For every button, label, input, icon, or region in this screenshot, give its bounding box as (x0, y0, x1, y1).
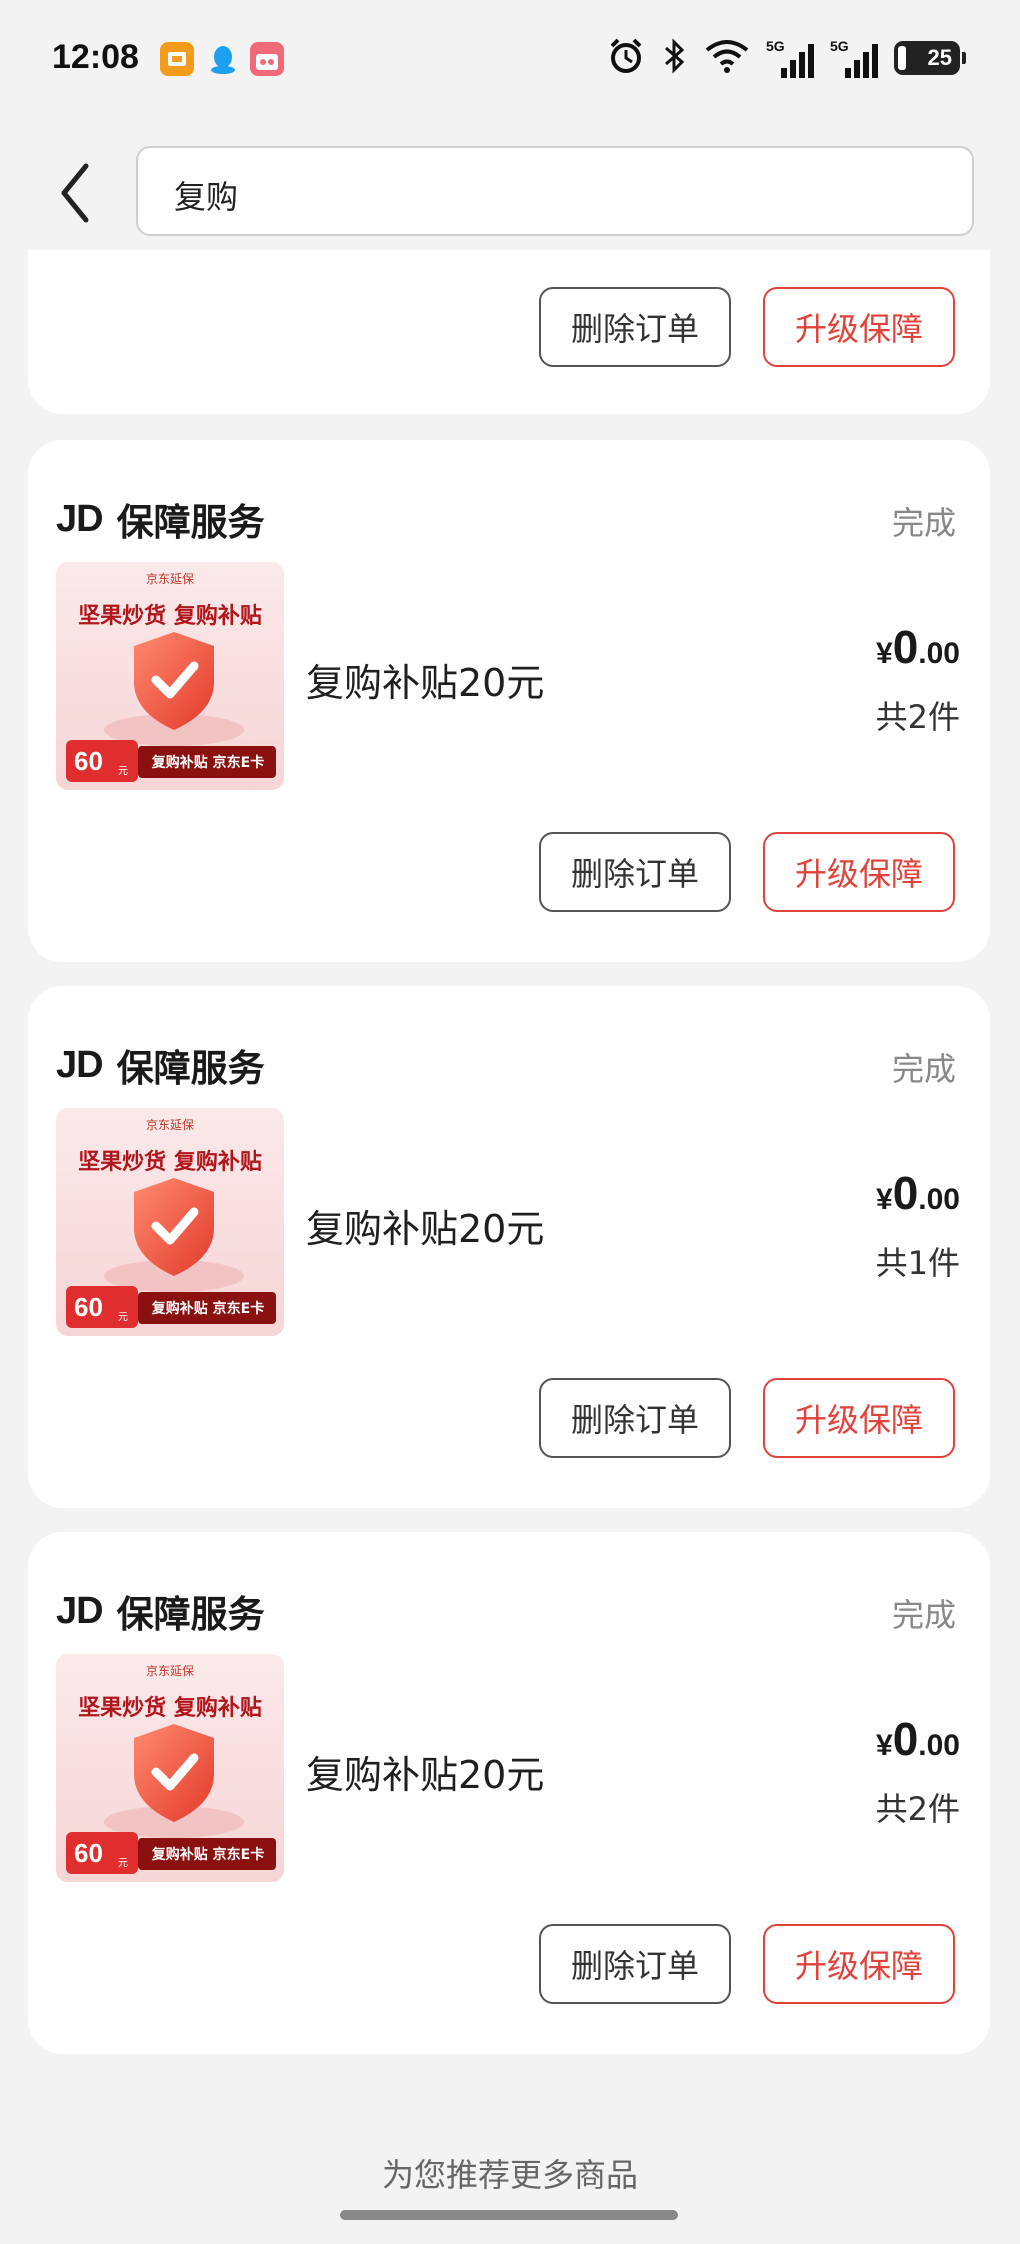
thumb-footer: 复购补贴 京东E卡 (151, 755, 265, 771)
order-status: 完成 (891, 1596, 956, 1634)
thumb-badge-value: 60 (74, 1838, 103, 1868)
item-name[interactable]: 复购补贴20元 (306, 1744, 544, 1799)
thumb-headline: 坚果炒货 复购补贴 (78, 1696, 262, 1721)
shopping-app-icon (250, 42, 284, 76)
cellular-signal-1: 5G (766, 38, 814, 78)
item-price: ¥0.00 (876, 1166, 960, 1220)
price-decimal: .00 (918, 637, 960, 670)
thumb-footer: 复购补贴 京东E卡 (151, 1301, 265, 1317)
delete-order-button[interactable]: 删除订单 (539, 832, 731, 912)
thumb-badge-value: 60 (74, 746, 103, 776)
shop-title: JD 保障服务 (56, 1038, 265, 1092)
order-card-partial: 删除订单 升级保障 (28, 250, 990, 414)
price-decimal: .00 (918, 1183, 960, 1216)
battery-level: 25 (927, 45, 952, 70)
thumb-badge-unit: 元 (118, 766, 128, 777)
alarm-icon (606, 36, 646, 80)
price-currency: ¥ (876, 1729, 893, 1762)
shop-name: 保障服务 (116, 1593, 265, 1636)
thumb-footer: 复购补贴 京东E卡 (151, 1847, 265, 1863)
jd-logo: JD (56, 497, 104, 540)
thumb-headline: 坚果炒货 复购补贴 (78, 1150, 262, 1175)
wifi-icon (704, 36, 750, 80)
thumb-badge-value: 60 (74, 1292, 103, 1322)
order-card[interactable]: JD 保障服务 完成 京东延保 坚果炒货 复购补贴 60 元 复购补贴 京东E卡… (28, 986, 990, 1508)
search-input[interactable]: 复购 (136, 146, 974, 236)
chevron-left-icon (61, 163, 89, 223)
notification-app-icon (160, 42, 194, 76)
thumb-brand: 京东延保 (145, 1664, 194, 1678)
item-price: ¥0.00 (876, 620, 960, 674)
search-header: 复购 (0, 130, 1020, 250)
item-quantity: 共2件 (875, 1790, 960, 1828)
thumb-brand: 京东延保 (145, 572, 194, 586)
battery-icon: 25 (894, 41, 966, 75)
back-button[interactable] (52, 158, 100, 228)
item-name[interactable]: 复购补贴20元 (306, 1198, 544, 1253)
order-card[interactable]: JD 保障服务 完成 京东延保 坚果炒货 复购补贴 60 元 复购补贴 京东E卡… (28, 440, 990, 962)
price-decimal: .00 (918, 1729, 960, 1762)
status-time: 12:08 (52, 38, 139, 76)
item-price: ¥0.00 (876, 1712, 960, 1766)
search-query: 复购 (174, 178, 239, 216)
order-status: 完成 (891, 1050, 956, 1088)
status-bar: 12:08 5G 5G 25 (0, 0, 1020, 120)
status-icons: 5G 5G 25 (606, 36, 966, 80)
thumb-headline: 坚果炒货 复购补贴 (78, 604, 262, 629)
qq-icon (206, 42, 240, 76)
price-integer: 0 (892, 1713, 919, 1765)
jd-logo: JD (56, 1043, 104, 1086)
upgrade-protection-button[interactable]: 升级保障 (763, 1924, 955, 2004)
home-indicator[interactable] (340, 2210, 678, 2220)
item-quantity: 共1件 (875, 1244, 960, 1282)
shop-title: JD 保障服务 (56, 492, 265, 546)
shop-name: 保障服务 (116, 501, 265, 544)
item-name[interactable]: 复购补贴20元 (306, 652, 544, 707)
recommend-more-label: 为您推荐更多商品 (381, 2156, 638, 2194)
upgrade-protection-button[interactable]: 升级保障 (763, 287, 955, 367)
thumb-badge-unit: 元 (118, 1858, 128, 1869)
thumb-badge-unit: 元 (118, 1312, 128, 1323)
delete-order-button[interactable]: 删除订单 (539, 1924, 731, 2004)
item-quantity: 共2件 (875, 698, 960, 736)
thumb-brand: 京东延保 (145, 1118, 194, 1132)
shop-title: JD 保障服务 (56, 1584, 265, 1638)
product-thumbnail[interactable]: 京东延保 坚果炒货 复购补贴 60 元 复购补贴 京东E卡 (56, 562, 284, 790)
upgrade-protection-button[interactable]: 升级保障 (763, 1378, 955, 1458)
price-integer: 0 (892, 1167, 919, 1219)
order-status: 完成 (891, 504, 956, 542)
order-card[interactable]: JD 保障服务 完成 京东延保 坚果炒货 复购补贴 60 元 复购补贴 京东E卡… (28, 1532, 990, 2054)
delete-order-button[interactable]: 删除订单 (539, 287, 731, 367)
price-currency: ¥ (876, 1183, 893, 1216)
delete-order-button[interactable]: 删除订单 (539, 1378, 731, 1458)
product-thumbnail[interactable]: 京东延保 坚果炒货 复购补贴 60 元 复购补贴 京东E卡 (56, 1654, 284, 1882)
price-integer: 0 (892, 621, 919, 673)
bluetooth-icon (662, 36, 688, 80)
shop-name: 保障服务 (116, 1047, 265, 1090)
price-currency: ¥ (876, 637, 893, 670)
product-thumbnail[interactable]: 京东延保 坚果炒货 复购补贴 60 元 复购补贴 京东E卡 (56, 1108, 284, 1336)
upgrade-protection-button[interactable]: 升级保障 (763, 832, 955, 912)
jd-logo: JD (56, 1589, 104, 1632)
cellular-signal-2: 5G (830, 38, 878, 78)
